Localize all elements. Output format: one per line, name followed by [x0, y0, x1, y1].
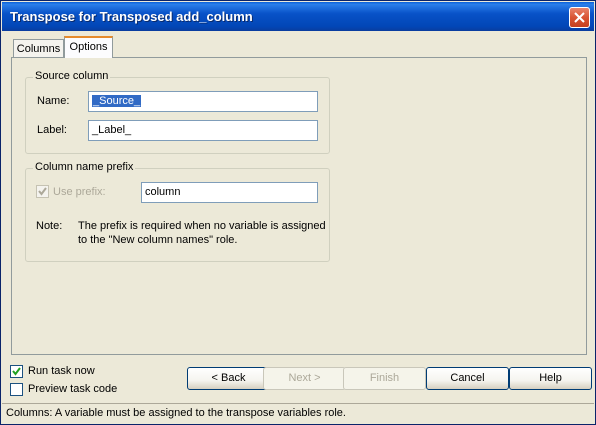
finish-button[interactable]: Finish — [343, 367, 426, 390]
note-line-1: The prefix is required when no variable … — [78, 220, 326, 232]
tab-options-label: Options — [69, 41, 108, 53]
checkmark-icon — [38, 187, 47, 196]
note-label: Note: — [36, 220, 63, 232]
tab-columns-label: Columns — [16, 43, 61, 55]
source-column-group-title: Source column — [33, 70, 111, 82]
label-label: Label: — [37, 124, 67, 136]
label-field-value: _Label_ — [92, 124, 132, 136]
next-button[interactable]: Next > — [263, 367, 346, 390]
cancel-button-label: Cancel — [450, 372, 485, 384]
checkmark-icon — [12, 367, 21, 376]
back-button-label: < Back — [211, 372, 246, 384]
use-prefix-label: Use prefix: — [53, 186, 106, 198]
tab-options[interactable]: Options — [64, 36, 113, 58]
options-tab-panel: Source column Name: _Source_ Label: _Lab… — [11, 57, 587, 355]
run-task-now-label: Run task now — [28, 365, 95, 377]
next-button-label: Next > — [288, 372, 321, 384]
finish-button-label: Finish — [369, 372, 400, 384]
label-field[interactable]: _Label_ — [88, 120, 318, 141]
tab-columns[interactable]: Columns — [13, 39, 64, 59]
dialog-window: Transpose for Transposed add_column Colu… — [0, 0, 596, 425]
status-bar: Columns: A variable must be assigned to … — [2, 403, 594, 424]
back-button[interactable]: < Back — [187, 367, 270, 390]
note-line-2: to the "New column names" role. — [78, 234, 238, 246]
column-name-prefix-group-title: Column name prefix — [33, 161, 136, 173]
name-label: Name: — [37, 95, 70, 107]
cancel-button[interactable]: Cancel — [426, 367, 509, 390]
name-field[interactable]: _Source_ — [88, 91, 318, 112]
prefix-field-value: column — [145, 186, 181, 198]
close-icon — [574, 12, 585, 23]
use-prefix-checkbox[interactable] — [36, 185, 49, 198]
preview-task-code-label: Preview task code — [28, 383, 118, 395]
source-column-group: Source column — [25, 70, 330, 154]
name-field-value: _Source_ — [92, 95, 142, 107]
help-button[interactable]: Help — [509, 367, 592, 390]
prefix-field[interactable]: column — [141, 182, 318, 203]
title-bar[interactable]: Transpose for Transposed add_column — [2, 2, 594, 31]
preview-task-code-checkbox[interactable] — [10, 383, 23, 396]
run-task-now-checkbox[interactable] — [10, 365, 23, 378]
help-button-label: Help — [539, 372, 562, 384]
window-title: Transpose for Transposed add_column — [10, 9, 253, 24]
close-button[interactable] — [569, 7, 590, 28]
status-message: Columns: A variable must be assigned to … — [6, 407, 346, 419]
